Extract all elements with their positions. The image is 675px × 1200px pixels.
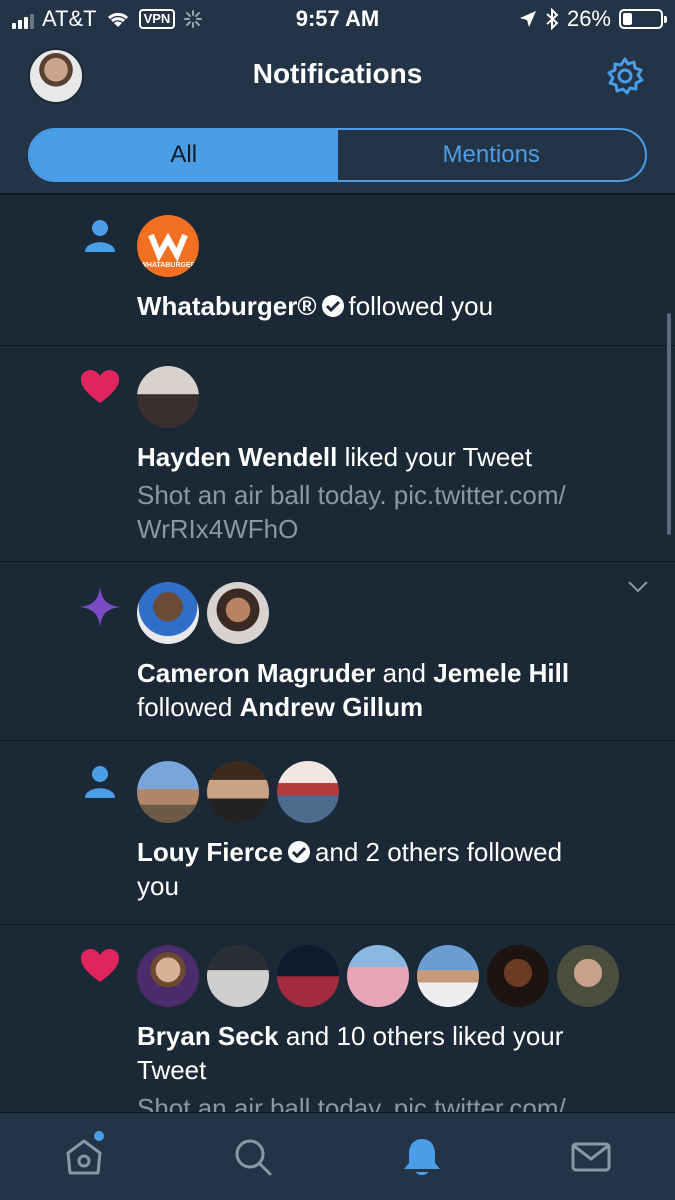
- notification-action: and 2 others followed: [314, 837, 563, 867]
- liker-avatar[interactable]: [417, 945, 479, 1007]
- notification-action-cont: you: [137, 871, 179, 901]
- battery-percent: 26%: [566, 6, 611, 31]
- whataburger-avatar[interactable]: WHATABURGER: [137, 215, 199, 277]
- actor-name[interactable]: Hayden Wendell: [137, 442, 337, 472]
- battery-icon: [619, 9, 667, 29]
- joiner-text: and: [382, 658, 427, 688]
- person-icon: [80, 219, 120, 259]
- scrollbar[interactable]: [667, 313, 671, 535]
- notification-action: liked your Tweet: [344, 442, 532, 472]
- liker-avatar[interactable]: [487, 945, 549, 1007]
- tweet-preview-line-1: Shot an air ball today. pic.twitter.com/: [137, 1093, 566, 1112]
- sparkle-icon: [80, 586, 120, 627]
- tweet-preview[interactable]: Shot an air ball today. pic.twitter.com/…: [137, 478, 645, 546]
- status-bar: AT&T VPN 9:57 AM 26%: [0, 0, 675, 40]
- tab-search[interactable]: [169, 1113, 338, 1200]
- page-title: Notifications: [252, 58, 423, 89]
- bell-icon: [403, 1138, 440, 1175]
- tab-bar: [0, 1112, 675, 1200]
- settings-gear-icon[interactable]: [605, 56, 645, 96]
- tab-home[interactable]: [0, 1113, 169, 1200]
- bluetooth-icon: [546, 8, 559, 30]
- verified-badge-icon: [287, 841, 310, 863]
- tweet-preview-line-2: WrRIx4WFhO: [137, 514, 299, 544]
- location-arrow-icon: [519, 11, 536, 27]
- notification-item[interactable]: WHATABURGER Whataburger® followed you: [0, 195, 675, 346]
- follower-avatar[interactable]: [277, 761, 339, 823]
- cameron-magruder-avatar[interactable]: [137, 582, 199, 644]
- notifications-feed[interactable]: WHATABURGER Whataburger® followed you Hay…: [0, 195, 675, 1112]
- tweet-preview-line-1: Shot an air ball today. pic.twitter.com/: [137, 480, 566, 510]
- person-icon: [80, 765, 120, 805]
- actor-name[interactable]: Whataburger®: [137, 291, 317, 321]
- tab-notifications[interactable]: [338, 1113, 507, 1200]
- tab-messages[interactable]: [506, 1113, 675, 1200]
- liker-avatar[interactable]: [277, 945, 339, 1007]
- notification-action: and 10 others liked your: [285, 1021, 564, 1051]
- mail-icon: [571, 1142, 611, 1171]
- notification-action: followed you: [348, 291, 494, 321]
- bryan-seck-avatar[interactable]: [137, 945, 199, 1007]
- header: Notifications All Mentions: [0, 40, 675, 194]
- search-icon: [235, 1139, 272, 1175]
- hayden-wendell-avatar[interactable]: [137, 366, 199, 428]
- tweet-preview[interactable]: Shot an air ball today. pic.twitter.com/: [137, 1091, 645, 1112]
- notification-item[interactable]: Louy Fierce and 2 others followed you: [0, 741, 675, 925]
- notification-item[interactable]: Hayden Wendell liked your Tweet Shot an …: [0, 346, 675, 562]
- tab-all[interactable]: All: [30, 130, 338, 180]
- notification-action-cont: Tweet: [137, 1055, 207, 1085]
- actor-name[interactable]: Cameron Magruder: [137, 658, 375, 688]
- jemele-hill-avatar[interactable]: [207, 582, 269, 644]
- chevron-down-icon[interactable]: [627, 580, 649, 594]
- notification-item[interactable]: Bryan Seck and 10 others liked your Twee…: [0, 925, 675, 1112]
- follower-avatar[interactable]: [207, 761, 269, 823]
- actor-name[interactable]: Louy Fierce: [137, 837, 283, 867]
- new-content-dot: [94, 1131, 104, 1141]
- heart-icon: [80, 370, 120, 410]
- liker-avatar[interactable]: [347, 945, 409, 1007]
- tab-mentions[interactable]: Mentions: [338, 130, 646, 180]
- notification-item[interactable]: Cameron Magruder and Jemele Hill followe…: [0, 562, 675, 741]
- actor-name[interactable]: Jemele Hill: [433, 658, 569, 688]
- notifications-filter: All Mentions: [28, 128, 647, 182]
- target-name[interactable]: Andrew Gillum: [240, 692, 423, 722]
- verified-badge-icon: [321, 295, 344, 317]
- home-icon: [66, 1139, 102, 1174]
- actor-name[interactable]: Bryan Seck: [137, 1021, 279, 1051]
- liker-avatar[interactable]: [207, 945, 269, 1007]
- louy-fierce-avatar[interactable]: [137, 761, 199, 823]
- whataburger-logo-text: WHATABURGER: [140, 262, 195, 269]
- liker-avatar[interactable]: [557, 945, 619, 1007]
- heart-icon: [80, 949, 120, 989]
- notification-action: followed: [137, 692, 233, 722]
